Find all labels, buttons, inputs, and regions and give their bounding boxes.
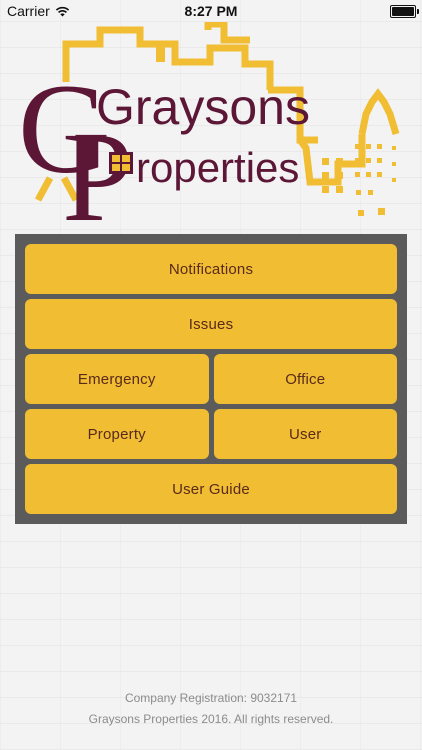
copyright-notice: Graysons Properties 2016. All rights res… xyxy=(88,712,334,726)
office-button[interactable]: Office xyxy=(213,354,397,404)
user-button[interactable]: User xyxy=(213,409,397,459)
footer: Company Registration: 9032171 Graysons P… xyxy=(0,688,422,730)
status-time: 8:27 PM xyxy=(184,3,238,19)
battery-icon xyxy=(390,5,419,18)
property-button[interactable]: Property xyxy=(25,409,209,459)
notifications-button[interactable]: Notifications xyxy=(25,244,397,294)
logo-word-properties: roperties xyxy=(136,144,299,191)
graysons-properties-logo: G P Graysons roperties xyxy=(0,22,422,232)
status-bar: Carrier 8:27 PM xyxy=(0,0,422,22)
company-registration: Company Registration: 9032171 xyxy=(124,691,298,705)
user-guide-button[interactable]: User Guide xyxy=(25,464,397,514)
emergency-button[interactable]: Emergency xyxy=(25,354,209,404)
logo-word-graysons: Graysons xyxy=(96,79,310,135)
main-menu-panel: Notifications Issues Emergency Office Pr… xyxy=(15,234,407,524)
issues-button[interactable]: Issues xyxy=(25,299,397,349)
window-icon xyxy=(109,152,133,174)
